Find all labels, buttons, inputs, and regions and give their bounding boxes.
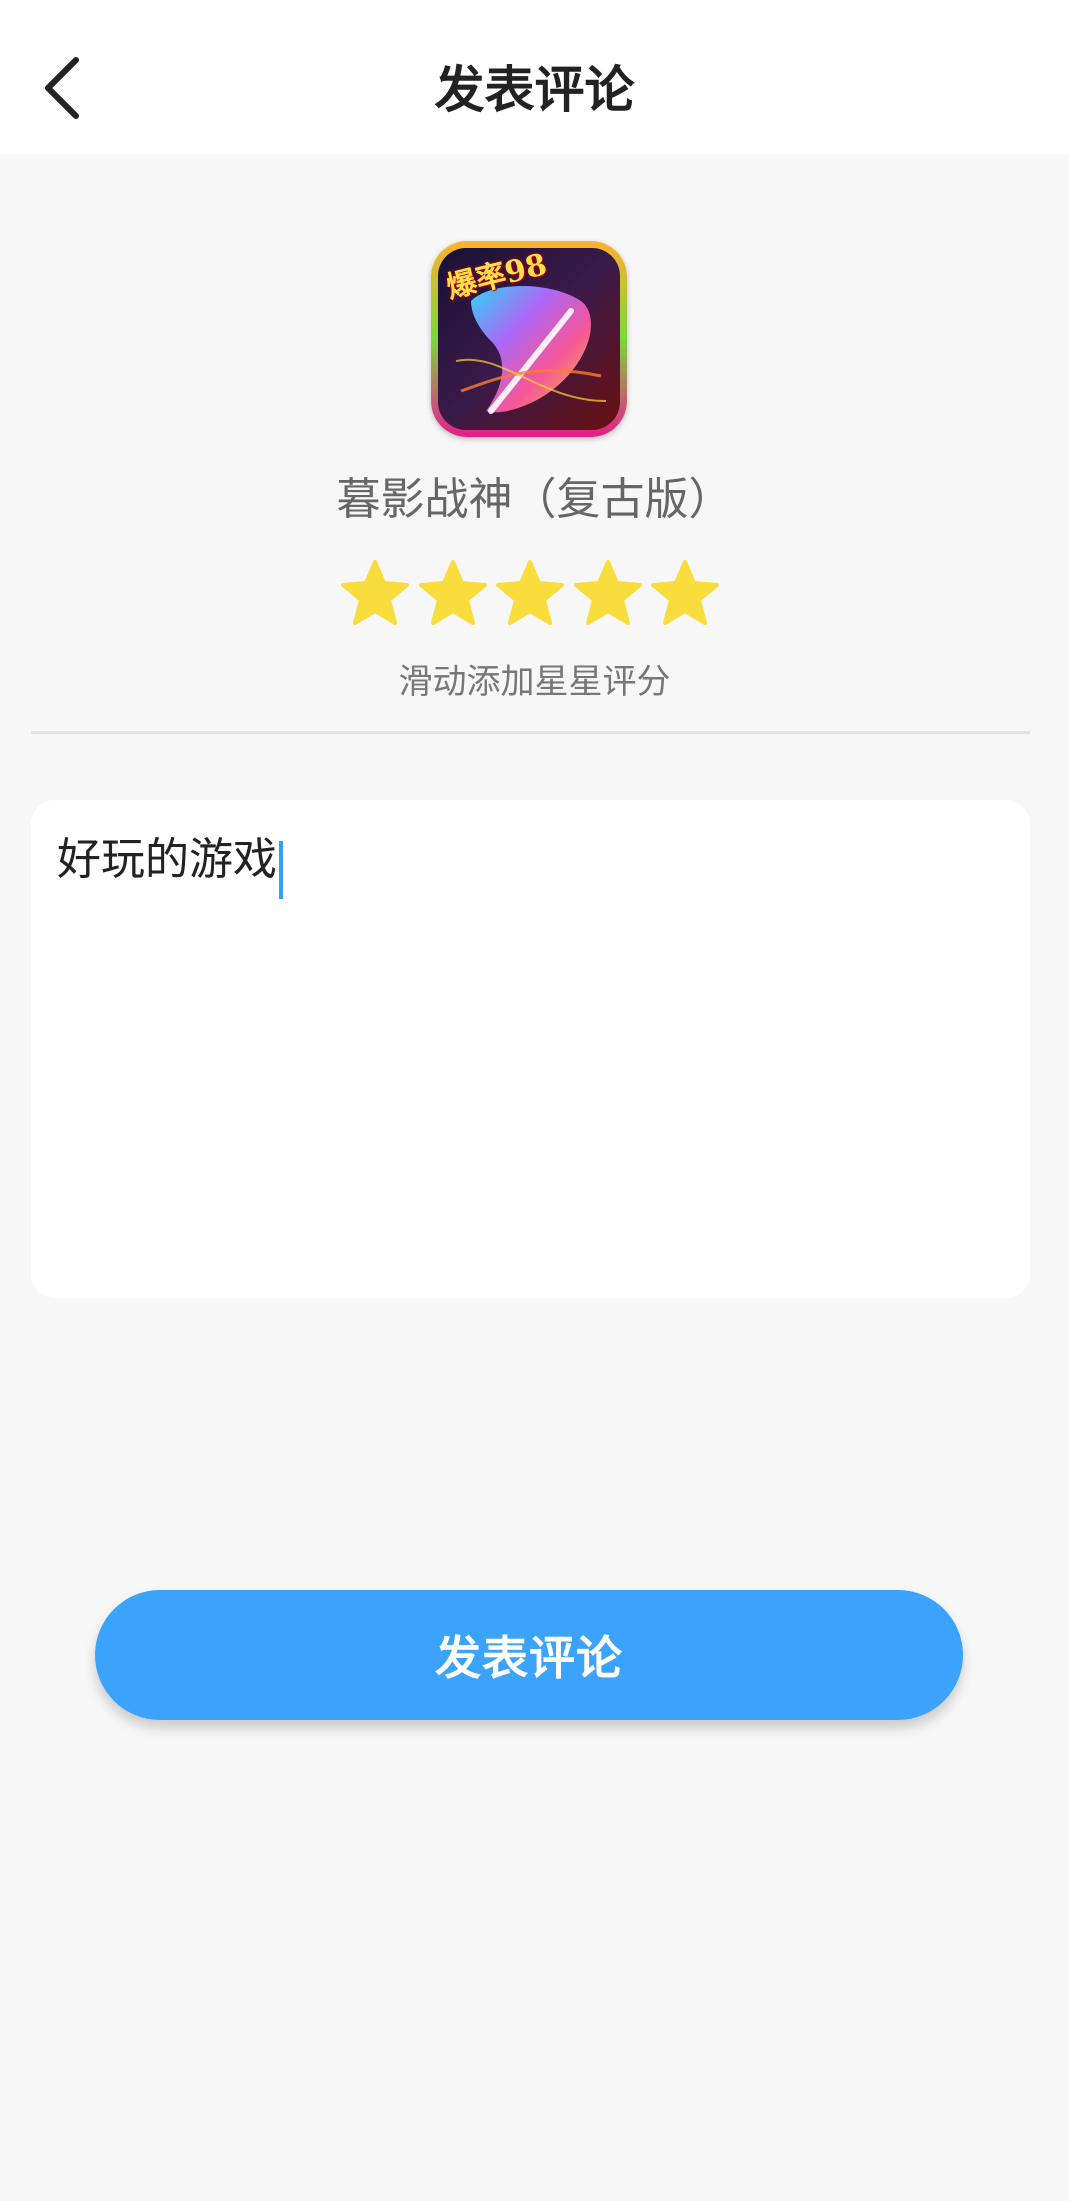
star-rating[interactable] [340, 558, 720, 628]
star-icon[interactable] [340, 558, 410, 628]
submit-comment-button[interactable]: 发表评论 [95, 1590, 963, 1720]
star-icon[interactable] [650, 558, 720, 628]
rating-hint: 滑动添加星星评分 [398, 662, 671, 702]
top-bar: 发表评论 [0, 0, 1069, 154]
submit-comment-label: 发表评论 [435, 1631, 623, 1685]
star-icon[interactable] [495, 558, 565, 628]
text-caret [279, 840, 283, 899]
game-name: 暮影战神（复古版） [336, 474, 733, 525]
page-title: 发表评论 [434, 61, 635, 119]
star-icon[interactable] [418, 558, 488, 628]
game-icon: 爆率98 [431, 241, 627, 437]
comment-text: 好玩的游戏 [57, 834, 277, 885]
star-icon[interactable] [573, 558, 643, 628]
divider [31, 731, 1030, 734]
comment-input[interactable]: 好玩的游戏 [31, 800, 1030, 1298]
